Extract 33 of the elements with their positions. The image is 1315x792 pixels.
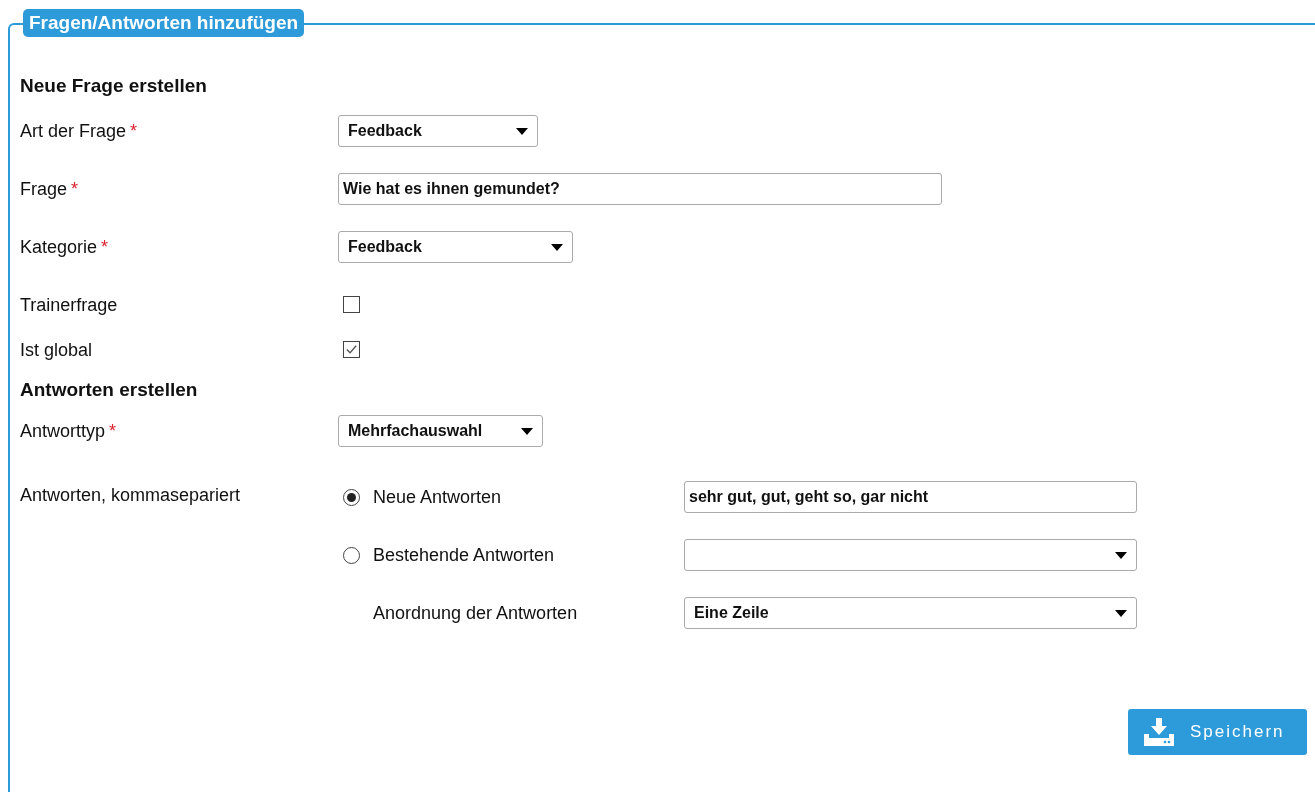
caret-icon (1115, 551, 1127, 559)
required-mark: * (71, 179, 79, 199)
dropdown[interactable]: Eine Zeile (684, 597, 1137, 629)
required-mark: * (130, 121, 138, 141)
radio-button[interactable] (343, 488, 360, 506)
field-label: Anordnung der Antworten (373, 602, 578, 624)
field-label: Art der Frage (20, 121, 127, 141)
dropdown[interactable]: Feedback (338, 231, 573, 263)
download-icon (1144, 718, 1174, 746)
section-heading: Neue Frage erstellen (20, 75, 208, 98)
input-field[interactable]: sehr gut, gut, geht so, gar nicht (684, 481, 1137, 513)
required-mark: * (101, 237, 109, 257)
field-label: Antworttyp (20, 421, 106, 441)
caret-icon (521, 427, 533, 435)
panel-title: Fragen/Antworten hinzufügen (23, 9, 305, 37)
input-field[interactable]: Wie hat es ihnen gemundet? (338, 173, 942, 205)
dropdown[interactable]: Mehrfachauswahl (338, 415, 543, 447)
checkbox[interactable] (343, 296, 360, 313)
caret-icon (551, 243, 563, 251)
checkbox[interactable] (343, 341, 360, 358)
dropdown[interactable]: Feedback (338, 115, 538, 147)
field-label: Frage (20, 179, 68, 199)
field-label: Trainerfrage (20, 295, 118, 315)
required-mark: * (109, 421, 117, 441)
section-heading: Antworten erstellen (20, 379, 199, 402)
field-label: Ist global (20, 340, 93, 360)
radio-label: Bestehende Antworten (373, 544, 555, 566)
caret-icon (1115, 609, 1127, 617)
radio-button[interactable] (343, 546, 360, 564)
radio-label: Neue Antworten (373, 486, 502, 508)
field-label: Antworten, kommasepariert (20, 484, 242, 507)
caret-icon (516, 127, 528, 135)
field-label: Kategorie (20, 237, 98, 257)
